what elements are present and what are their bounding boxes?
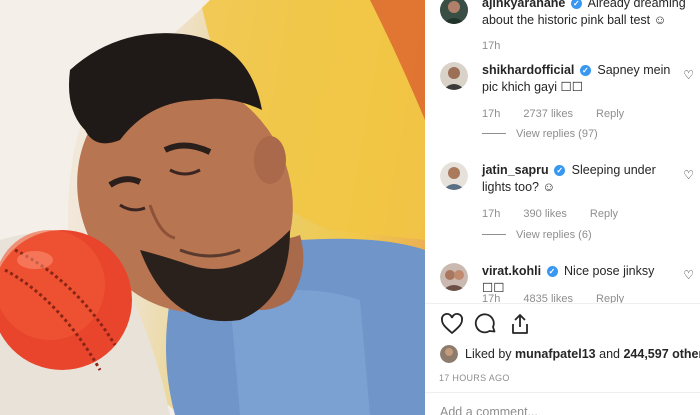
- comment-avatar[interactable]: [440, 62, 468, 90]
- post-timestamp[interactable]: 17 HOURS AGO: [439, 373, 510, 383]
- comment-like-heart-icon[interactable]: ♡: [683, 68, 694, 82]
- comment-likes[interactable]: 4835 likes: [523, 293, 573, 303]
- caption-timestamp: 17h: [482, 40, 501, 52]
- comment-username[interactable]: jatin_sapru: [482, 163, 549, 177]
- avatar-image: [440, 263, 468, 291]
- avatar-image: [440, 345, 458, 363]
- comment-meta: 17h 2737 likes Reply: [482, 108, 644, 120]
- avatar-image: [440, 0, 468, 24]
- comment-1: shikhardofficial ✓ Sapney mein pic khich…: [482, 62, 672, 96]
- comment-3: virat.kohli ✓ Nice pose jinksy ☐☐: [482, 263, 672, 297]
- view-replies-label: View replies (6): [516, 229, 592, 241]
- liked-by-and: and: [599, 347, 620, 361]
- comment-like-heart-icon[interactable]: ♡: [683, 268, 694, 282]
- comment-likes[interactable]: 390 likes: [523, 208, 566, 220]
- view-replies-button[interactable]: View replies (6): [482, 229, 592, 241]
- post-photo-illustration: [0, 0, 425, 415]
- add-comment-input[interactable]: Add a comment...: [440, 405, 538, 415]
- comment-reply-button[interactable]: Reply: [590, 208, 618, 220]
- caption-time: 17h: [482, 40, 520, 52]
- liked-by-prefix: Liked by: [465, 347, 512, 361]
- verified-badge-icon: ✓: [546, 266, 558, 277]
- comment-avatar[interactable]: [440, 162, 468, 190]
- comment-box-divider: [425, 392, 700, 393]
- liked-by-user[interactable]: munafpatel13: [515, 347, 596, 361]
- comment-icon[interactable]: [474, 312, 500, 338]
- comment-meta: 17h 390 likes Reply: [482, 208, 638, 220]
- avatar-image: [440, 62, 468, 90]
- heart-icon[interactable]: [440, 312, 466, 338]
- comment-username[interactable]: virat.kohli: [482, 264, 541, 278]
- verified-badge-icon: ✓: [554, 165, 566, 176]
- liked-by-others[interactable]: 244,597 others: [623, 347, 700, 361]
- comment-avatar[interactable]: [440, 263, 468, 291]
- comment-time: 17h: [482, 293, 501, 303]
- caption-text: ajinkyarahane ✓ Already dreaming about t…: [482, 0, 692, 29]
- liker-avatar[interactable]: [440, 345, 458, 363]
- view-replies-label: View replies (97): [516, 128, 598, 140]
- comment-username[interactable]: shikhardofficial: [482, 63, 574, 77]
- avatar-image: [440, 162, 468, 190]
- post-actions: [440, 312, 700, 342]
- comment-like-heart-icon[interactable]: ♡: [683, 168, 694, 182]
- liked-by-row: Liked by munafpatel13 and 244,597 others: [465, 347, 700, 367]
- replies-divider: [482, 234, 506, 235]
- comment-reply-button[interactable]: Reply: [596, 293, 624, 303]
- caption-avatar[interactable]: [440, 0, 468, 24]
- comment-time: 17h: [482, 208, 501, 220]
- post-side-panel: ajinkyarahane ✓ Already dreaming about t…: [425, 0, 700, 415]
- share-icon[interactable]: [508, 312, 534, 338]
- post-photo[interactable]: [0, 0, 425, 415]
- caption-username[interactable]: ajinkyarahane: [482, 0, 565, 10]
- comment-likes[interactable]: 2737 likes: [523, 108, 573, 120]
- replies-divider: [482, 133, 506, 134]
- comment-2: jatin_sapru ✓ Sleeping under lights too?…: [482, 162, 672, 196]
- view-replies-button[interactable]: View replies (97): [482, 128, 598, 140]
- comment-time: 17h: [482, 108, 501, 120]
- comment-reply-button[interactable]: Reply: [596, 108, 624, 120]
- verified-badge-icon: ✓: [579, 65, 591, 76]
- comment-meta: 17h 4835 likes Reply: [482, 293, 644, 303]
- actions-divider: [425, 303, 700, 304]
- verified-badge-icon: ✓: [570, 0, 582, 9]
